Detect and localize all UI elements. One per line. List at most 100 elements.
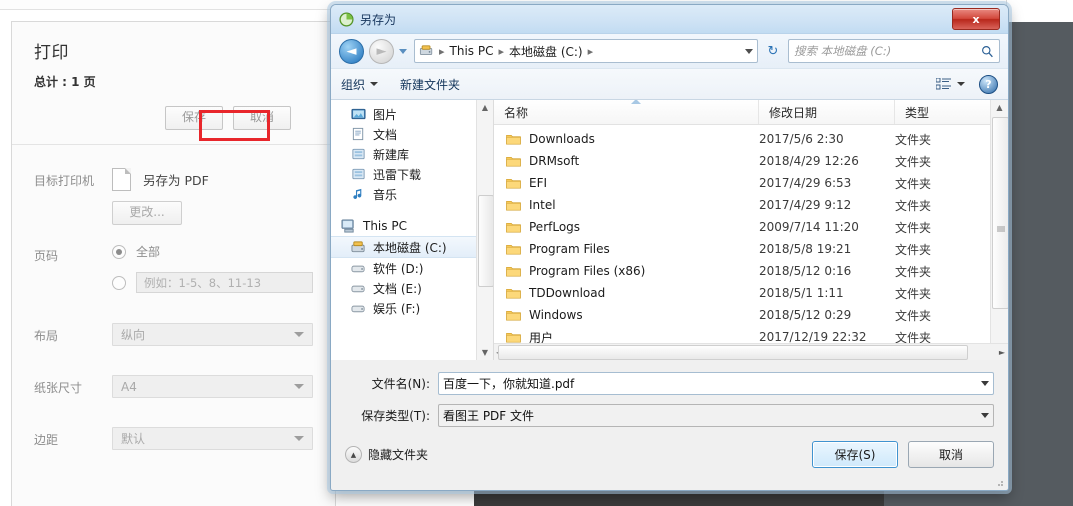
new-folder-label: 新建文件夹 — [400, 77, 461, 92]
file-name: Program Files (x86) — [529, 264, 646, 278]
save-as-navbar: ◄ ► ▸ This PC ▸ 本地磁盘 (C:) ▸ ↻ 搜索 本地磁盘 (C… — [331, 34, 1008, 68]
save-button[interactable]: 保存(S) — [812, 441, 898, 468]
filename-input[interactable]: 百度一下，你就知道.pdf — [438, 372, 994, 395]
print-save-button[interactable]: 保存 — [165, 106, 223, 130]
scroll-down-icon[interactable]: ▼ — [477, 345, 493, 360]
save-as-dialog: 另存为 x ◄ ► ▸ This PC ▸ 本地磁盘 (C:) ▸ ↻ 搜索 本… — [330, 4, 1009, 491]
column-label: 修改日期 — [769, 105, 818, 120]
pages-all-option[interactable]: 全部 — [112, 243, 313, 260]
tree-item-drive[interactable]: 文档 (E:) — [331, 278, 493, 298]
folder-icon — [506, 332, 521, 343]
table-row[interactable]: Program Files (x86) 2018/5/12 0:16 文件夹 — [494, 260, 1008, 282]
save-as-body: 图片文档新建库迅雷下载音乐 This PC 本地磁盘 (C:) 软件 (D:) 文档… — [331, 100, 1008, 360]
change-printer-button[interactable]: 更改... — [112, 201, 182, 225]
cell-name: Intel — [494, 198, 759, 212]
tree-item-library[interactable]: 音乐 — [331, 184, 493, 204]
search-input[interactable]: 搜索 本地磁盘 (C:) — [794, 43, 977, 59]
cell-date: 2018/5/1 1:11 — [759, 286, 844, 300]
tree-item-library[interactable]: 图片 — [331, 104, 493, 124]
tree-label: 文档 — [373, 127, 398, 142]
print-title: 打印 — [34, 43, 69, 63]
file-list-scroll-thumb[interactable] — [992, 117, 1008, 309]
hide-folders-toggle[interactable]: ▲ 隐藏文件夹 — [345, 446, 428, 463]
tree-item-this-pc[interactable]: This PC — [331, 216, 493, 236]
file-list-vertical-scrollbar[interactable]: ▲ ▼ — [990, 100, 1008, 360]
tree-scroll-thumb[interactable] — [478, 195, 493, 287]
tree-scrollbar[interactable]: ▲ ▼ — [476, 100, 493, 360]
tree-label: 音乐 — [373, 187, 398, 202]
folder-icon — [506, 134, 521, 145]
print-cancel-button[interactable]: 取消 — [233, 106, 291, 130]
refresh-icon[interactable]: ↻ — [763, 41, 783, 61]
breadcrumb-local-disk[interactable]: 本地磁盘 (C:) — [509, 43, 583, 60]
pages-range-input[interactable]: 例如：1-5、8、11-13 — [136, 272, 313, 293]
column-header-date[interactable]: 修改日期 — [759, 100, 895, 124]
organize-menu[interactable]: 组织 — [341, 76, 379, 93]
margins-select[interactable]: 默认 — [112, 427, 313, 450]
file-name: Intel — [529, 198, 556, 212]
table-row[interactable]: Windows 2018/5/12 0:29 文件夹 — [494, 304, 1008, 326]
file-list-pane: 名称 修改日期 类型 Downloads 2017/5/6 2:30 文件夹 DRMs… — [494, 100, 1008, 360]
table-row[interactable]: DRMsoft 2018/4/29 12:26 文件夹 — [494, 150, 1008, 172]
drive-group: 本地磁盘 (C:) 软件 (D:) 文档 (E:) 娱乐 (F:) — [331, 236, 493, 318]
sort-ascending-icon — [631, 100, 642, 104]
forward-button[interactable]: ► — [369, 38, 394, 64]
close-icon[interactable]: x — [952, 8, 1000, 30]
cancel-button[interactable]: 取消 — [908, 441, 994, 468]
layout-select[interactable]: 纵向 — [112, 323, 313, 346]
radio-all[interactable] — [112, 244, 126, 259]
tree-item-drive[interactable]: 本地磁盘 (C:) — [331, 236, 493, 258]
organize-label: 组织 — [341, 77, 366, 92]
table-row[interactable]: Program Files 2018/5/8 19:21 文件夹 — [494, 238, 1008, 260]
recent-locations-icon[interactable] — [399, 48, 407, 54]
column-header-name[interactable]: 名称 — [494, 100, 759, 124]
margins-value: 默认 — [121, 432, 146, 446]
save-as-toolbar: 组织 新建文件夹 ? — [331, 68, 1008, 100]
help-icon[interactable]: ? — [979, 74, 998, 94]
tree-label: 迅雷下载 — [373, 167, 422, 182]
paper-select[interactable]: A4 — [112, 375, 313, 398]
breadcrumb-this-pc[interactable]: This PC — [450, 44, 494, 58]
column-label: 名称 — [504, 105, 529, 120]
scroll-right-icon[interactable]: ► — [999, 348, 1005, 357]
margins-label: 边距 — [34, 433, 59, 447]
chevron-down-icon[interactable] — [981, 381, 989, 386]
file-list-horizontal-scrollbar[interactable]: ◄ ► — [494, 343, 1008, 360]
chevron-down-icon — [294, 436, 304, 441]
pages-label: 页码 — [34, 249, 59, 263]
table-row[interactable]: PerfLogs 2009/7/14 11:20 文件夹 — [494, 216, 1008, 238]
file-name: Windows — [529, 308, 583, 322]
print-destination-row: 目标打印机 另存为 PDF 更改... — [12, 159, 335, 234]
tree-item-library[interactable]: 文档 — [331, 124, 493, 144]
tree-item-drive[interactable]: 软件 (D:) — [331, 258, 493, 278]
table-row[interactable]: EFI 2017/4/29 6:53 文件夹 — [494, 172, 1008, 194]
address-bar[interactable]: ▸ This PC ▸ 本地磁盘 (C:) ▸ — [414, 39, 758, 63]
search-box[interactable]: 搜索 本地磁盘 (C:) — [788, 39, 1000, 63]
tree-item-library[interactable]: 迅雷下载 — [331, 164, 493, 184]
scroll-up-icon[interactable]: ▲ — [991, 100, 1008, 115]
tree-item-drive[interactable]: 娱乐 (F:) — [331, 298, 493, 318]
file-list-hscroll-thumb[interactable] — [498, 345, 968, 360]
crumb-separator: ▸ — [587, 44, 594, 58]
chevron-down-icon — [957, 82, 965, 86]
new-folder-button[interactable]: 新建文件夹 — [400, 76, 460, 93]
pages-range-option[interactable]: 例如：1-5、8、11-13 — [112, 272, 313, 293]
scroll-up-icon[interactable]: ▲ — [477, 100, 493, 115]
view-mode-button[interactable] — [936, 77, 965, 91]
table-row[interactable]: Intel 2017/4/29 9:12 文件夹 — [494, 194, 1008, 216]
chevron-down-icon[interactable] — [981, 413, 989, 418]
save-as-action-row: ▲ 隐藏文件夹 保存(S) 取消 — [345, 441, 994, 478]
chevron-down-icon[interactable] — [745, 48, 753, 54]
tree-item-library[interactable]: 新建库 — [331, 144, 493, 164]
table-row[interactable]: Downloads 2017/5/6 2:30 文件夹 — [494, 128, 1008, 150]
file-name: TDDownload — [529, 286, 606, 300]
radio-range[interactable] — [112, 275, 126, 290]
column-label: 类型 — [905, 105, 930, 120]
back-button[interactable]: ◄ — [339, 38, 364, 64]
table-row[interactable]: TDDownload 2018/5/1 1:11 文件夹 — [494, 282, 1008, 304]
filetype-select[interactable]: 看图王 PDF 文件 — [438, 404, 994, 427]
crumb-separator: ▸ — [498, 44, 505, 58]
resize-grip-icon[interactable] — [994, 477, 1004, 487]
pdf-document-icon — [112, 168, 131, 191]
